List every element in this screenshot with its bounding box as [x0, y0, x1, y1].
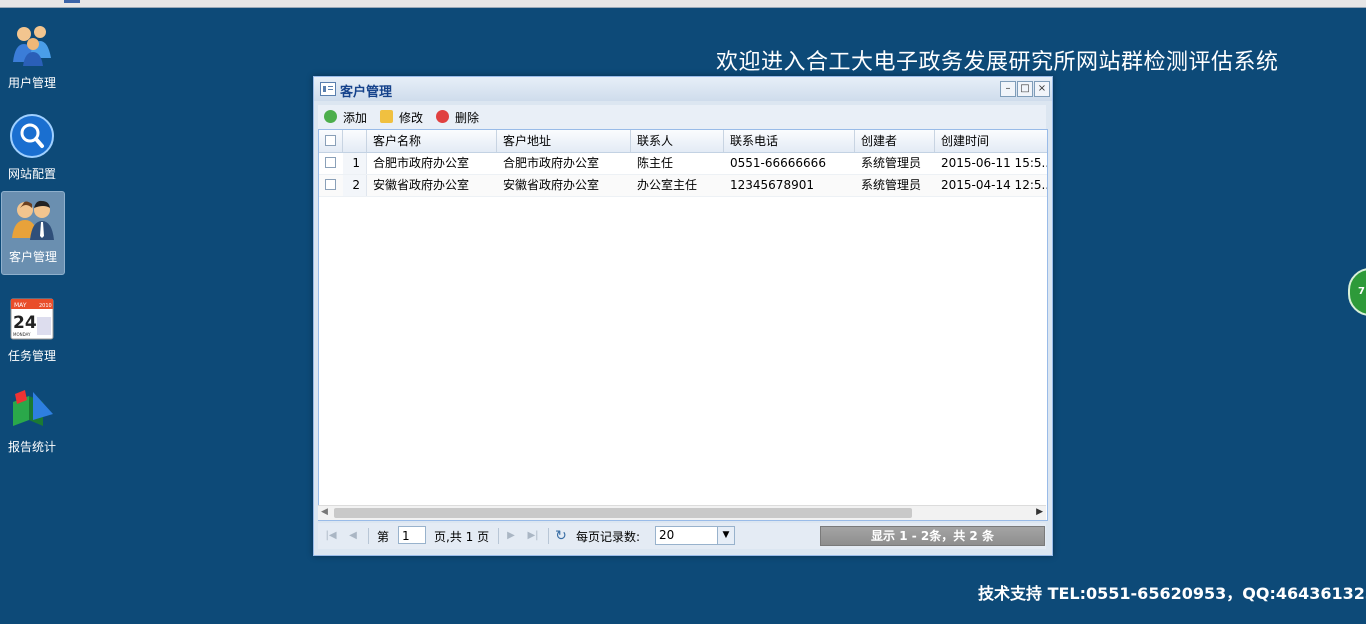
customer-grid: 客户名称 客户地址 联系人 联系电话 创建者 创建时间 1 合肥市政府办公室 合… [318, 129, 1048, 521]
sidebar-item-site-config[interactable]: 网站配置 [1, 109, 63, 191]
sidebar-item-label: 报告统计 [7, 440, 56, 454]
window-titlebar[interactable]: 客户管理 – □ × [314, 77, 1052, 101]
cell-phone: 12345678901 [730, 178, 814, 192]
cell-contact: 办公室主任 [637, 178, 698, 192]
horizontal-scrollbar[interactable]: ◀ ▶ [318, 505, 1046, 520]
column-header-creator[interactable]: 创建者 [855, 130, 935, 152]
window-grid-icon [320, 82, 336, 96]
cell-created: 2015-06-11 15:5... [941, 156, 1047, 170]
row-checkbox[interactable] [325, 157, 336, 168]
column-header-address[interactable]: 客户地址 [497, 130, 631, 152]
browser-top-strip [0, 0, 1366, 8]
calendar-weekday: MONDAY [13, 332, 31, 337]
per-page-select[interactable]: 20 ▼ [655, 526, 735, 545]
cell-phone: 0551-66666666 [730, 156, 826, 170]
chevron-down-icon[interactable]: ▼ [717, 527, 734, 544]
sidebar-item-tasks[interactable]: MAY 2010 24 MONDAY 任务管理 [1, 291, 63, 373]
calendar-month: MAY [14, 302, 27, 309]
first-page-icon[interactable]: |◀ [324, 529, 338, 543]
row-number: 1 [343, 153, 367, 174]
cell-name: 合肥市政府办公室 [373, 156, 470, 170]
page-total-label: 页,共 1 页 [434, 530, 490, 544]
cell-contact: 陈主任 [637, 156, 674, 170]
cell-name: 安徽省政府办公室 [373, 178, 470, 192]
edit-icon [380, 110, 393, 123]
sidebar-item-label: 客户管理 [8, 250, 57, 264]
window-title: 客户管理 [340, 85, 393, 100]
chart-blocks-icon [13, 390, 53, 426]
last-page-icon[interactable]: ▶| [526, 529, 540, 543]
next-page-icon[interactable]: ▶ [504, 529, 518, 543]
per-page-value: 20 [659, 528, 675, 542]
column-header-contact[interactable]: 联系人 [631, 130, 724, 152]
search-globe-icon [10, 114, 54, 158]
paging-info: 显示 1 - 2条，共 2 条 [820, 526, 1045, 546]
delete-icon [436, 110, 449, 123]
grid-header: 客户名称 客户地址 联系人 联系电话 创建者 创建时间 [319, 130, 1047, 153]
page-prefix: 第 [377, 530, 390, 544]
column-header-created[interactable]: 创建时间 [935, 130, 1047, 152]
column-header-name[interactable]: 客户名称 [367, 130, 497, 152]
customers-icon [12, 200, 54, 240]
scroll-right-icon[interactable]: ▶ [1036, 507, 1043, 517]
page-number-input[interactable]: 1 [398, 526, 426, 544]
scroll-left-icon[interactable]: ◀ [321, 507, 328, 517]
cell-address: 安徽省政府办公室 [503, 178, 600, 192]
add-button[interactable]: 添加 [324, 108, 370, 126]
sidebar-item-customers[interactable]: 客户管理 [1, 191, 65, 275]
column-header-phone[interactable]: 联系电话 [724, 130, 855, 152]
sidebar-item-label: 网站配置 [7, 167, 56, 181]
page-headline: 欢迎进入合工大电子政务发展研究所网站群检测评估系统 [716, 50, 1279, 75]
pagination-bar: |◀ ◀ 第 1 页,共 1 页 ▶ ▶| ↻ 每页记录数: 20 ▼ 显示 1… [318, 523, 1046, 549]
sidebar-item-users[interactable]: 用户管理 [1, 18, 63, 100]
edit-button[interactable]: 修改 [380, 108, 426, 126]
calendar-year: 2010 [39, 303, 52, 309]
footer-support: 技术支持 TEL:0551-65620953，QQ:464361323 [978, 584, 1366, 603]
refresh-icon[interactable]: ↻ [554, 529, 568, 543]
table-row[interactable]: 2 安徽省政府办公室 安徽省政府办公室 办公室主任 12345678901 系统… [319, 175, 1047, 197]
prev-page-icon[interactable]: ◀ [346, 529, 360, 543]
sidebar-item-label: 用户管理 [7, 76, 56, 90]
grid-toolbar: 添加 修改 删除 [318, 105, 1046, 129]
cell-creator: 系统管理员 [861, 156, 922, 170]
select-all-cell [319, 130, 343, 152]
customer-window: 客户管理 – □ × 添加 修改 删除 客户名称 客户地址 联系人 联系电话 创… [313, 76, 1053, 556]
minimize-button[interactable]: – [1000, 81, 1016, 97]
scrollbar-thumb[interactable] [334, 508, 912, 518]
users-icon [13, 26, 51, 66]
row-checkbox[interactable] [325, 179, 336, 190]
sidebar-item-label: 任务管理 [7, 349, 56, 363]
sidebar-item-reports[interactable]: 报告统计 [1, 382, 63, 464]
cell-creator: 系统管理员 [861, 178, 922, 192]
side-float-badge[interactable]: 71 [1348, 268, 1366, 316]
table-row[interactable]: 1 合肥市政府办公室 合肥市政府办公室 陈主任 0551-66666666 系统… [319, 153, 1047, 175]
calendar-icon: MAY 2010 24 MONDAY [10, 298, 54, 340]
add-icon [324, 110, 337, 123]
select-all-checkbox[interactable] [325, 135, 336, 146]
maximize-button[interactable]: □ [1017, 81, 1033, 97]
row-number: 2 [343, 175, 367, 196]
per-page-label: 每页记录数: [576, 530, 641, 544]
cell-created: 2015-04-14 12:5... [941, 178, 1047, 192]
calendar-day: 24 [13, 313, 37, 333]
cell-address: 合肥市政府办公室 [503, 156, 600, 170]
rownum-header [343, 130, 367, 152]
close-button[interactable]: × [1034, 81, 1050, 97]
delete-button[interactable]: 删除 [436, 108, 482, 126]
